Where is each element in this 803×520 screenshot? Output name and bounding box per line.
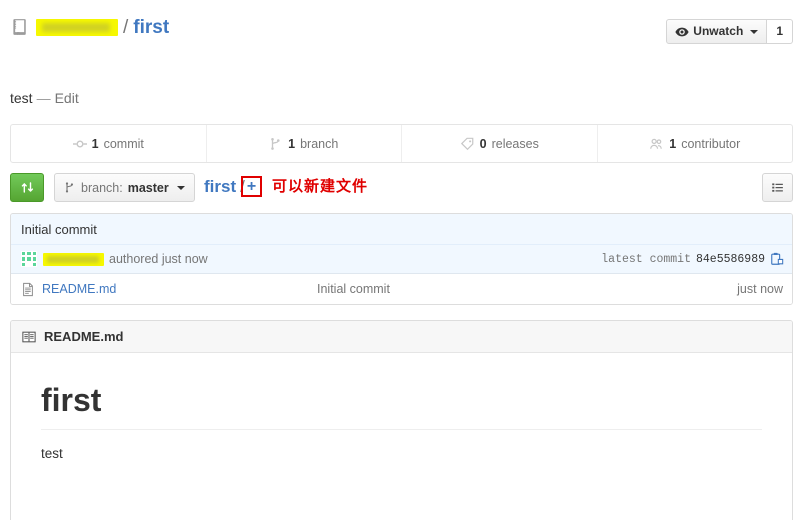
repo-owner-redacted[interactable] [36,18,118,36]
file-commit-time: just now [737,282,783,296]
identicon-avatar[interactable] [21,251,37,267]
create-new-file-highlight: + [241,176,262,197]
branch-prefix-label: branch: [81,180,123,195]
branch-name-label: master [127,180,169,195]
chevron-down-icon [750,29,759,34]
clipboard-copy-icon[interactable] [770,252,784,266]
repo-stats-bar: 1 commit 1 branch 0 releases 1 contribut… [10,124,793,163]
book-icon [22,331,36,342]
compare-button[interactable] [10,173,44,202]
readme-panel: README.md first test [10,320,793,520]
list-view-icon [772,183,783,192]
stat-contributors-label: contributor [681,136,741,151]
repo-name-link[interactable]: first [133,18,169,37]
commit-authored-text: authored just now [109,252,208,266]
stat-branches[interactable]: 1 branch [207,125,402,162]
eye-icon [675,27,689,36]
file-name-link[interactable]: README.md [42,282,317,296]
readme-heading: first [41,381,762,430]
breadcrumb-repo-link[interactable]: first [204,175,236,199]
stat-commits[interactable]: 1 commit [11,125,207,162]
branch-icon [271,137,280,150]
create-new-file-button[interactable]: + [247,178,256,194]
unwatch-label: Unwatch [693,24,744,38]
stat-branches-count: 1 [288,136,296,151]
file-list-box: Initial commit authored just now latest … [10,213,793,305]
commit-author-redacted[interactable] [43,252,104,266]
branch-selector-button[interactable]: branch: master [54,173,195,202]
commit-icon [72,140,87,148]
stat-commits-count: 1 [91,136,99,151]
stat-commits-label: commit [103,136,144,151]
repository-page: / first Unwatch 1 test — Edit 1 commit 1… [0,0,803,520]
people-icon [650,138,663,149]
description-dash: — [36,90,51,106]
file-commit-message[interactable]: Initial commit [317,282,737,296]
breadcrumb-separator: / [123,16,129,38]
repo-header: / first Unwatch 1 [0,0,803,63]
readme-title: README.md [44,329,124,344]
stat-releases-label: releases [491,136,539,151]
table-row[interactable]: README.md Initial commit just now [11,274,792,304]
chevron-down-icon [176,185,185,190]
stat-releases[interactable]: 0 releases [402,125,598,162]
stat-contributors[interactable]: 1 contributor [598,125,793,162]
readme-header: README.md [11,321,792,353]
latest-commit-meta: authored just now latest commit 84e55869… [11,245,792,274]
latest-commit-message: Initial commit [11,214,792,245]
annotation-create-new-file: 可以新建文件 [272,177,369,195]
tag-icon [460,137,474,150]
latest-commit-sha-group: latest commit 84e5586989 [601,245,784,273]
readme-paragraph: test [41,446,63,461]
repo-title: / first [10,17,169,37]
latest-commit-label: latest commit [601,252,691,266]
readme-content: first test [11,353,792,464]
watch-button-group: Unwatch 1 [666,19,793,44]
stat-releases-count: 0 [479,136,487,151]
compare-arrows-icon [21,182,33,193]
stat-branches-label: branch [300,136,339,151]
file-text-icon [23,282,33,296]
repo-toolbar: branch: master first / [10,173,793,203]
branch-icon [65,182,74,193]
repo-description: test — Edit [10,89,79,107]
stat-contributors-count: 1 [669,136,677,151]
commit-history-button[interactable] [762,173,793,202]
watch-count[interactable]: 1 [767,19,793,44]
edit-description-link[interactable]: Edit [55,90,79,106]
unwatch-button[interactable]: Unwatch [666,19,768,44]
commit-sha[interactable]: 84e5586989 [696,253,765,266]
repo-book-icon [13,19,26,36]
repo-description-text: test [10,90,33,106]
